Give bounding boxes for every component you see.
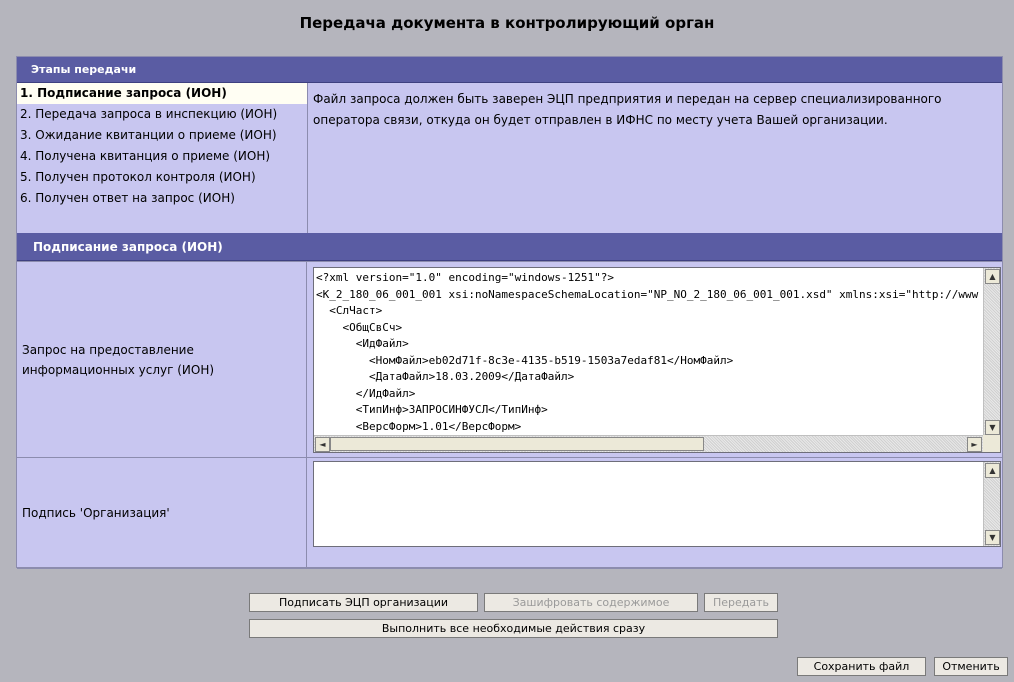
stage-item-6[interactable]: 6. Получен ответ на запрос (ИОН): [17, 188, 307, 209]
transfer-panel: Этапы передачи 1. Подписание запроса (ИО…: [16, 56, 1003, 569]
scroll-down-icon[interactable]: ▼: [985, 530, 1000, 545]
cancel-button[interactable]: Отменить: [934, 657, 1008, 676]
request-row: Запрос на предоставление информационных …: [17, 261, 1002, 458]
scroll-up-icon[interactable]: ▲: [985, 269, 1000, 284]
scroll-down-icon[interactable]: ▼: [985, 420, 1000, 435]
horizontal-scroll-thumb[interactable]: [330, 437, 704, 451]
scroll-up-icon[interactable]: ▲: [985, 463, 1000, 478]
stage-description: Файл запроса должен быть заверен ЭЦП пре…: [313, 92, 942, 127]
stage-item-3[interactable]: 3. Ожидание квитанции о приеме (ИОН): [17, 125, 307, 146]
save-file-button[interactable]: Сохранить файл: [797, 657, 926, 676]
signature-vertical-scrollbar[interactable]: ▲ ▼: [983, 462, 1000, 546]
request-vertical-scrollbar[interactable]: ▲ ▼: [983, 268, 1000, 436]
stages-header: Этапы передачи: [17, 57, 1002, 83]
signature-row: Подпись 'Организация' ▲ ▼: [17, 457, 1002, 569]
request-label: Запрос на предоставление информационных …: [22, 343, 215, 377]
sign-button[interactable]: Подписать ЭЦП организации: [249, 593, 478, 612]
signature-label-cell: Подпись 'Организация': [17, 458, 307, 568]
request-content[interactable]: <?xml version="1.0" encoding="windows-12…: [316, 270, 980, 434]
stages-list: 1. Подписание запроса (ИОН) 2. Передача …: [17, 83, 307, 233]
signing-header: Подписание запроса (ИОН): [17, 233, 1002, 261]
encrypt-button[interactable]: Зашифровать содержимое: [484, 593, 698, 612]
signature-textarea[interactable]: ▲ ▼: [313, 461, 1001, 547]
signature-label: Подпись 'Организация': [22, 506, 170, 520]
stage-item-4[interactable]: 4. Получена квитанция о приеме (ИОН): [17, 146, 307, 167]
request-textarea[interactable]: <?xml version="1.0" encoding="windows-12…: [313, 267, 1001, 453]
request-horizontal-scrollbar[interactable]: ◄ ►: [314, 435, 983, 452]
stage-item-5[interactable]: 5. Получен протокол контроля (ИОН): [17, 167, 307, 188]
scroll-left-icon[interactable]: ◄: [315, 437, 330, 452]
send-button[interactable]: Передать: [704, 593, 778, 612]
stages-divider: [307, 83, 308, 233]
page-title: Передача документа в контролирующий орга…: [299, 14, 715, 32]
stage-item-1[interactable]: 1. Подписание запроса (ИОН): [17, 83, 307, 104]
signature-content[interactable]: [316, 464, 980, 544]
request-label-cell: Запрос на предоставление информационных …: [17, 262, 307, 458]
scrollbar-corner: [983, 435, 1000, 452]
do-all-button[interactable]: Выполнить все необходимые действия сразу: [249, 619, 778, 638]
scroll-right-icon[interactable]: ►: [967, 437, 982, 452]
stage-item-2[interactable]: 2. Передача запроса в инспекцию (ИОН): [17, 104, 307, 125]
